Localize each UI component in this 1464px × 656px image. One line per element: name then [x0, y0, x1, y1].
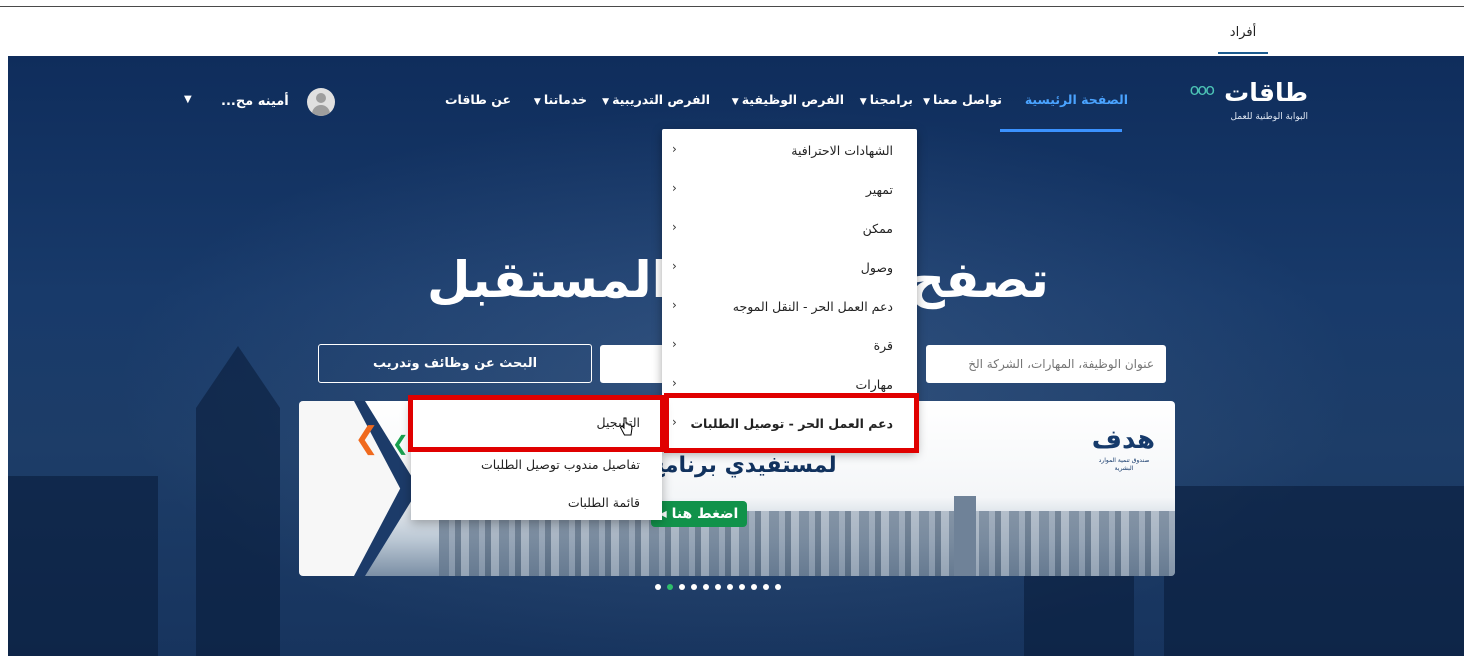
riyadh-skyline-image [439, 511, 1175, 576]
chevron-left-icon: ‹ [672, 142, 677, 156]
green-chevron-icon: ❯ [392, 431, 409, 455]
search-input[interactable] [926, 345, 1166, 383]
menu-item-mumkin[interactable]: ممكن ‹ [662, 209, 917, 247]
chevron-down-icon: ▼ [533, 97, 541, 107]
carousel-dot[interactable] [691, 584, 697, 590]
nav-training[interactable]: الفرص التدريبية▼ [602, 92, 710, 107]
chevron-down-icon: ▼ [184, 94, 192, 105]
carousel-dot[interactable] [739, 584, 745, 590]
menu-item-qurrah[interactable]: قرة ‹ [662, 326, 917, 364]
chevron-left-icon: ‹ [672, 337, 677, 351]
chevron-left-icon: ‹ [672, 259, 677, 273]
logo-name: طاقات [1224, 78, 1308, 107]
carousel-dot[interactable] [667, 584, 673, 590]
submenu-item-orders-list[interactable]: قائمة الطلبات [568, 495, 640, 510]
top-bar: أفراد [0, 7, 1464, 55]
carousel-dot[interactable] [679, 584, 685, 590]
carousel-dot[interactable] [751, 584, 757, 590]
chevron-left-icon: ‹ [672, 181, 677, 195]
main-navbar: ooo طاقات البوابة الوطنية للعمل الصفحة ا… [8, 56, 1464, 134]
search-jobs-training-button[interactable]: البحث عن وظائف وتدريب [318, 344, 592, 383]
taqat-logo[interactable]: ooo طاقات البوابة الوطنية للعمل [1158, 78, 1308, 126]
submenu-item-delegate-details[interactable]: تفاصيل مندوب توصيل الطلبات [481, 457, 640, 472]
menu-item-freelance-transport[interactable]: دعم العمل الحر - النقل الموجه ‹ [662, 287, 917, 325]
chevron-down-icon: ▼ [859, 97, 867, 107]
chevron-left-icon: ‹ [672, 298, 677, 312]
avatar [307, 88, 335, 116]
search-secondary-input[interactable] [600, 345, 664, 383]
banner-text: لمستفيدي برنامج [649, 453, 837, 478]
chevron-down-icon: ▼ [731, 97, 739, 107]
carousel-dot[interactable] [775, 584, 781, 590]
menu-item-tamheer[interactable]: تمهير ‹ [662, 170, 917, 208]
nav-services[interactable]: خدماتنا▼ [534, 92, 587, 107]
tab-individuals[interactable]: أفراد [1218, 22, 1268, 54]
carousel-dot[interactable] [655, 584, 661, 590]
user-menu[interactable]: أمينه مح... ▼ [184, 88, 336, 116]
nav-jobs[interactable]: الفرص الوظيفية▼ [732, 92, 844, 107]
carousel-dot[interactable] [715, 584, 721, 590]
chevron-left-icon: ‹ [672, 376, 677, 390]
menu-item-wusool[interactable]: وصول ‹ [662, 248, 917, 286]
banner-cta-button[interactable]: اضغط هنا ◂ [651, 501, 747, 527]
carousel-dot[interactable] [703, 584, 709, 590]
nav-programs[interactable]: برامجنا▼ [860, 92, 913, 107]
menu-item-professional-certificates[interactable]: الشهادات الاحترافية ‹ [662, 131, 917, 169]
highlight-box-menu-item [664, 393, 919, 453]
chevron-down-icon: ▼ [602, 97, 610, 107]
hand-cursor-icon [619, 417, 633, 436]
nav-contact[interactable]: تواصل معنا▼ [923, 92, 1002, 107]
hadaf-logo: هدف صندوق تنمية الموارد البشرية [1091, 425, 1155, 472]
carousel-dot[interactable] [727, 584, 733, 590]
carousel-dot[interactable] [763, 584, 769, 590]
people-logo-icon: ooo [1189, 80, 1215, 99]
user-name: أمينه مح... [221, 94, 289, 109]
chevron-down-icon: ▼ [923, 97, 930, 107]
nav-active-underline [1000, 129, 1122, 132]
chevron-left-icon: ‹ [672, 220, 677, 234]
nav-about[interactable]: عن طاقات [445, 92, 511, 107]
nav-home[interactable]: الصفحة الرئيسية [1025, 92, 1128, 107]
orange-chevron-icon: ❯ [354, 421, 380, 456]
logo-subtitle: البوابة الوطنية للعمل [1230, 112, 1308, 122]
